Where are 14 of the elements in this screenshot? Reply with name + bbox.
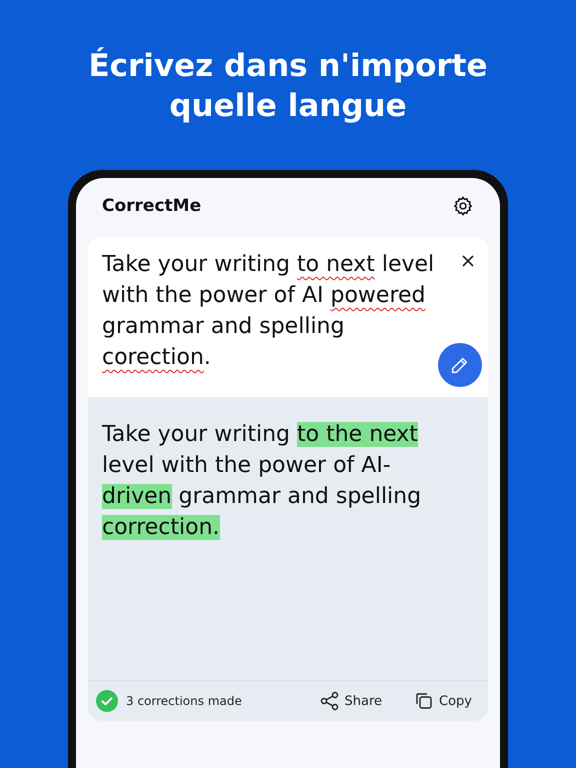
input-field[interactable]: Take your writing to next level with the power of AI powered grammar and spelling corection. [88, 237, 488, 397]
input-text: Take your writing to next level with the power of AI powered grammar and spelling corection. [102, 251, 436, 372]
headline: Écrivez dans n'importe quelle langue [87, 46, 489, 126]
copy-button[interactable]: Copy [408, 691, 478, 711]
share-icon [320, 691, 340, 711]
edit-button[interactable] [438, 343, 482, 387]
close-icon[interactable] [460, 253, 476, 269]
settings-icon[interactable] [452, 195, 474, 217]
copy-icon [414, 691, 434, 711]
check-icon [96, 690, 118, 712]
status-text: 3 corrections made [126, 694, 242, 708]
corrected-text: Take your writing to the next level with the power of AI- driven grammar and spelling correction. [102, 421, 422, 542]
share-button[interactable]: Share [314, 691, 388, 711]
app-title: CorrectMe [102, 196, 202, 216]
